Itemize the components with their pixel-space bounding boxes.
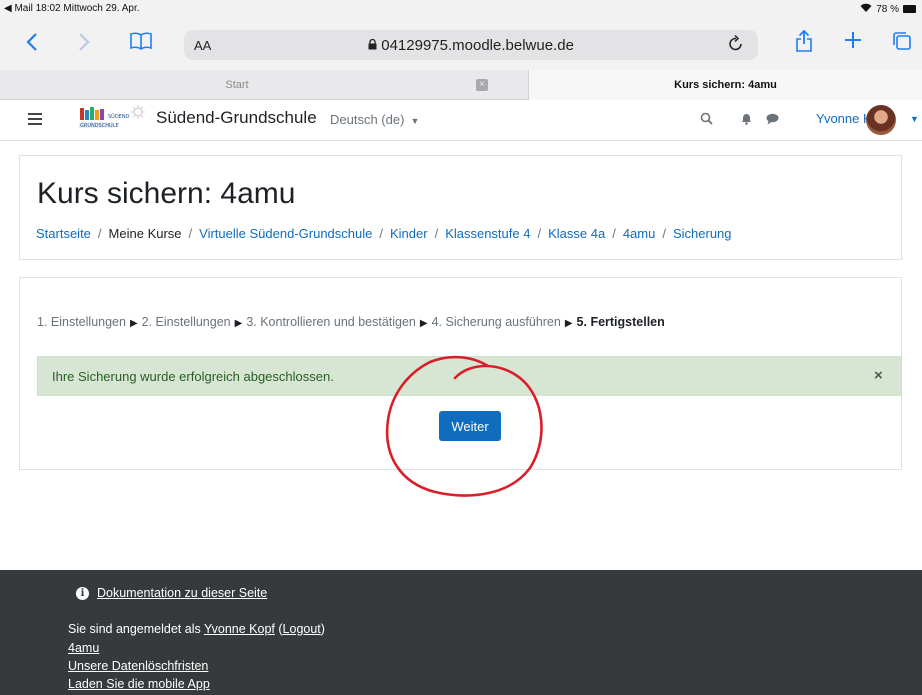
moodle-navbar: GRUNDSCHULE SÜDEND Südend-Grundschule De… [0, 100, 922, 141]
breadcrumb-separator: / [434, 226, 439, 241]
language-caret-icon: ▼ [408, 116, 420, 126]
step-arrow-icon: ▶ [234, 318, 243, 329]
lock-icon [368, 37, 381, 54]
backup-progress-steps: 1. Einstellungen ▶ 2. Einstellungen ▶ 3. Kon… [37, 315, 665, 329]
breadcrumb-startseite[interactable]: Startseite [36, 226, 91, 241]
breadcrumb-separator: / [662, 226, 666, 241]
close-tab-icon[interactable]: × [476, 79, 488, 91]
step-1: 1. Einstellungen [37, 315, 126, 329]
breadcrumb-klassenstufe[interactable]: Klassenstufe 4 [445, 226, 530, 241]
breadcrumb-separator: / [97, 226, 102, 241]
bell-icon[interactable] [741, 112, 752, 128]
data-retention-link[interactable]: Unsere Datenlöschfristen [68, 659, 208, 673]
logout-link[interactable]: Logout [283, 622, 321, 636]
site-name[interactable]: Südend-Grundschule [156, 108, 317, 128]
step-3: 3. Kontrollieren und bestätigen [246, 315, 416, 329]
new-tab-icon[interactable] [844, 31, 862, 53]
page-footer: i Dokumentation zu dieser Seite Sie sind… [0, 570, 922, 695]
ios-status-bar: ◀ Mail 18:02 Mittwoch 29. Apr. 78 % [0, 0, 922, 18]
success-alert: Ihre Sicherung wurde erfolgreich abgesch… [37, 356, 902, 396]
breadcrumb-course[interactable]: 4amu [623, 226, 656, 241]
breadcrumb-separator: / [537, 226, 542, 241]
step-2: 2. Einstellungen [141, 315, 231, 329]
url-value: 04129975.moodle.belwue.de [381, 37, 574, 54]
documentation-row: i Dokumentation zu dieser Seite [76, 586, 267, 600]
share-icon[interactable] [795, 29, 813, 57]
login-prefix: Sie sind angemeldet als [68, 622, 201, 636]
reload-icon[interactable] [728, 34, 744, 57]
language-menu[interactable]: Deutsch (de) ▼ [330, 112, 419, 127]
mobile-app-link[interactable]: Laden Sie die mobile App [68, 677, 210, 691]
svg-text:SÜDEND: SÜDEND [108, 113, 130, 120]
svg-text:GRUNDSCHULE: GRUNDSCHULE [80, 123, 119, 129]
back-arrow-icon[interactable] [26, 32, 38, 56]
language-label: Deutsch (de) [330, 112, 405, 127]
search-icon[interactable] [700, 112, 713, 128]
logout-paren-close: ) [320, 622, 325, 636]
user-menu-caret-icon[interactable]: ▼ [910, 114, 919, 124]
avatar[interactable] [866, 105, 896, 135]
breadcrumb-klasse[interactable]: Klasse 4a [548, 226, 605, 241]
step-arrow-icon: ▶ [419, 318, 428, 329]
documentation-link[interactable]: Dokumentation zu dieser Seite [97, 586, 267, 600]
breadcrumb-sicherung[interactable]: Sicherung [673, 226, 732, 241]
success-message: Ihre Sicherung wurde erfolgreich abgesch… [52, 369, 334, 384]
footer-course-row: 4amu [68, 641, 99, 655]
breadcrumb-virtuelle-schule[interactable]: Virtuelle Südend-Grundschule [199, 226, 372, 241]
step-4: 4. Sicherung ausführen [431, 315, 561, 329]
breadcrumb-separator: / [612, 226, 616, 241]
forward-arrow-icon[interactable] [78, 32, 90, 56]
tab-start[interactable]: Start [0, 70, 474, 100]
breadcrumb-meine-kurse: Meine Kurse [108, 226, 182, 241]
continue-button[interactable]: Weiter [439, 411, 501, 441]
footer-course-link[interactable]: 4amu [68, 641, 99, 655]
status-left[interactable]: ◀ Mail 18:02 Mittwoch 29. Apr. [4, 3, 140, 14]
step-arrow-icon: ▶ [129, 318, 138, 329]
close-alert-icon[interactable]: × [874, 367, 883, 384]
login-info: Sie sind angemeldet als Yvonne Kopf (Log… [68, 622, 325, 636]
tab-kurs-sichern[interactable]: Kurs sichern: 4amu [528, 70, 922, 100]
status-date: Mittwoch 29. Apr. [63, 3, 140, 14]
footer-app-row: Laden Sie die mobile App [68, 677, 210, 691]
school-logo[interactable]: GRUNDSCHULE SÜDEND [78, 104, 150, 132]
url-text[interactable]: 04129975.moodle.belwue.de [184, 37, 758, 54]
bookmarks-icon[interactable] [130, 32, 152, 54]
tabs-overview-icon[interactable] [892, 31, 912, 55]
menu-toggle-icon[interactable] [28, 113, 42, 128]
footer-retention-row: Unsere Datenlöschfristen [68, 659, 208, 673]
browser-tab-strip: Start × Kurs sichern: 4amu [0, 70, 922, 100]
breadcrumb-separator: / [188, 226, 193, 241]
wifi-icon [860, 3, 872, 15]
back-to-mail[interactable]: ◀ Mail [4, 3, 33, 14]
status-right: 78 % [860, 3, 916, 15]
breadcrumb-separator: / [379, 226, 383, 241]
messages-icon[interactable] [766, 112, 779, 128]
status-time: 18:02 [35, 3, 61, 14]
address-bar[interactable]: AA 04129975.moodle.belwue.de [184, 30, 758, 60]
page-header-card: Kurs sichern: 4amu Startseite / Meine Kurs… [19, 155, 902, 260]
breadcrumb: Startseite / Meine Kurse / Virtuelle Südend-… [36, 226, 732, 241]
backup-content-card: 1. Einstellungen ▶ 2. Einstellungen ▶ 3. Kon… [19, 277, 902, 470]
step-5-current: 5. Fertigstellen [576, 315, 665, 329]
browser-toolbar: AA 04129975.moodle.belwue.de [0, 18, 922, 70]
footer-user-link[interactable]: Yvonne Kopf [204, 622, 275, 636]
page-title: Kurs sichern: 4amu [37, 177, 296, 210]
info-icon: i [76, 586, 89, 600]
step-arrow-icon: ▶ [564, 318, 573, 329]
breadcrumb-kinder[interactable]: Kinder [390, 226, 428, 241]
battery-icon [903, 5, 916, 13]
battery-percent: 78 % [876, 3, 899, 15]
